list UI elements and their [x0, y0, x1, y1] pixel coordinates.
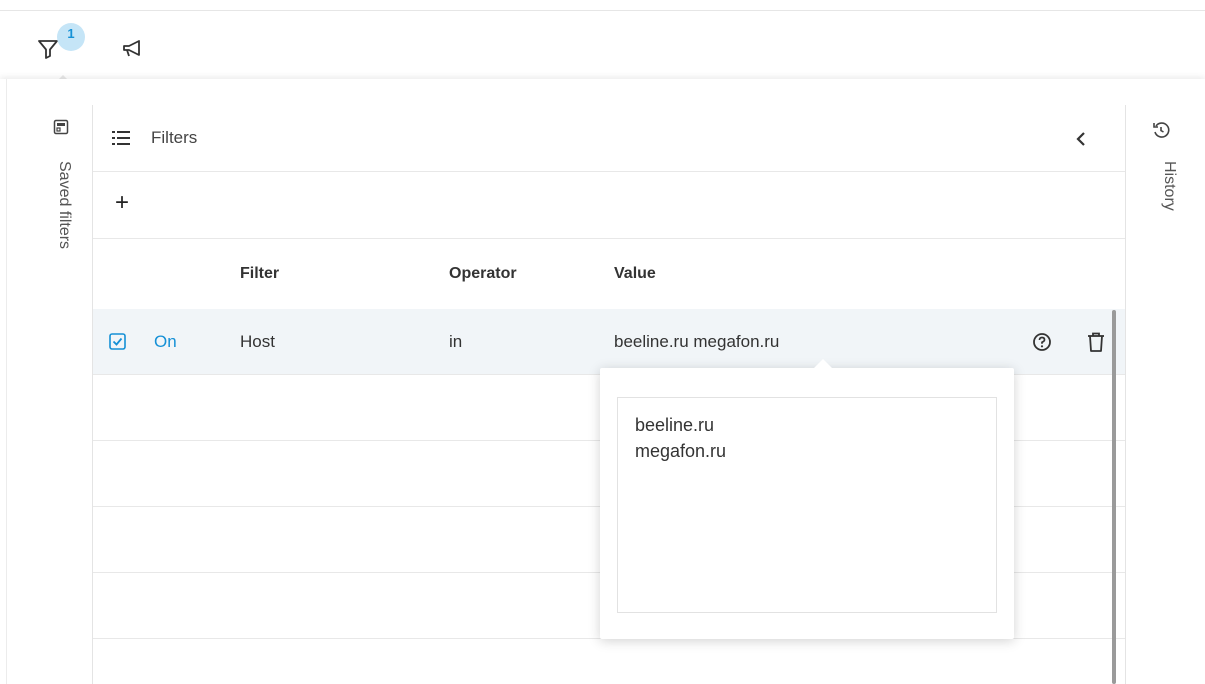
table-header: Filter Operator Value [93, 239, 1126, 309]
column-header-operator: Operator [449, 265, 517, 282]
value-cell[interactable]: beeline.ru megafon.ru [614, 332, 779, 352]
filter-cell[interactable]: Host [240, 332, 275, 352]
vertical-scrollbar[interactable] [1112, 310, 1116, 684]
help-circle-icon[interactable] [1032, 332, 1052, 352]
trash-icon[interactable] [1086, 331, 1106, 353]
right-divider [1125, 105, 1126, 684]
popover-arrow [814, 359, 832, 368]
saved-filters-tab[interactable]: Saved filters [40, 109, 80, 329]
history-icon [1153, 122, 1170, 138]
checkbox-checked-icon[interactable] [109, 333, 126, 350]
operator-cell[interactable]: in [449, 332, 462, 352]
filters-title: Filters [151, 128, 198, 147]
enabled-state-label[interactable]: On [154, 332, 177, 352]
filter-count-badge: 1 [57, 23, 85, 51]
value-textarea[interactable]: beeline.ru megafon.ru [617, 397, 997, 613]
filter-icon[interactable] [36, 37, 60, 61]
add-filter-row: + [93, 172, 1126, 239]
filters-header: Filters [93, 105, 1126, 172]
history-label: History [1161, 161, 1178, 211]
history-tab[interactable]: History [1140, 109, 1190, 269]
saved-filters-label: Saved filters [56, 161, 73, 250]
column-header-value: Value [614, 265, 656, 282]
saved-filters-icon [53, 119, 69, 135]
table-row[interactable]: On Host in beeline.ru megafon.ru [93, 309, 1126, 375]
megaphone-icon[interactable] [120, 37, 146, 61]
chevron-left-icon[interactable] [1071, 129, 1091, 149]
left-edge-divider [6, 79, 7, 684]
list-icon [112, 131, 130, 145]
top-toolbar: 1 [0, 11, 1205, 82]
value-popover: beeline.ru megafon.ru [600, 359, 1014, 639]
column-header-filter: Filter [240, 265, 280, 282]
add-filter-button[interactable]: + [115, 191, 137, 215]
